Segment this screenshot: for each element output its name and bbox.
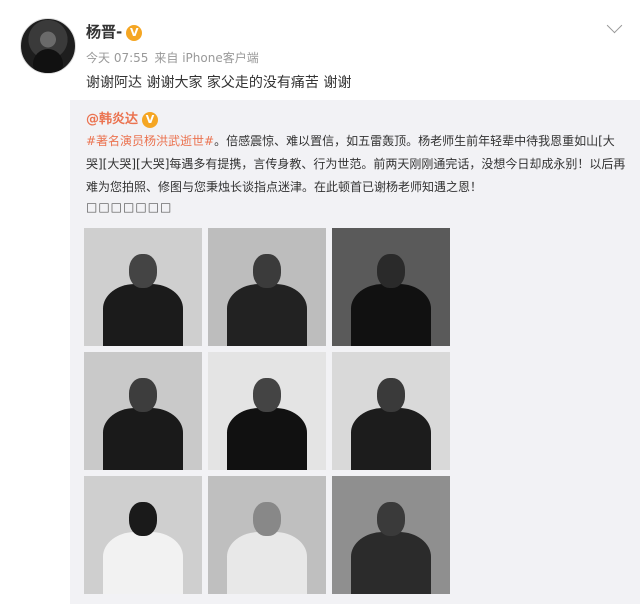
repost-text: #著名演员杨洪武逝世#。倍感震惊、难以置信，如五雷轰顶。杨老师生前年轻辈中待我恩…: [86, 130, 631, 199]
portrait-head: [377, 254, 405, 288]
photo-thumbnail[interactable]: [208, 228, 326, 346]
photo-thumbnail[interactable]: [332, 352, 450, 470]
username[interactable]: 杨晋- V: [86, 21, 143, 42]
portrait-head: [253, 378, 281, 412]
post-source[interactable]: 来自 iPhone客户端: [154, 51, 258, 65]
username-text[interactable]: 杨晋-: [86, 23, 122, 41]
verified-badge-icon: V: [142, 111, 159, 128]
portrait-head: [377, 502, 405, 536]
portrait-head: [129, 502, 157, 536]
portrait-figure: [351, 532, 431, 594]
avatar[interactable]: [20, 18, 76, 74]
portrait-figure: [103, 284, 183, 346]
portrait-figure: [351, 408, 431, 470]
photo-thumbnail[interactable]: [84, 476, 202, 594]
photo-thumbnail[interactable]: [84, 352, 202, 470]
repost-username-text[interactable]: @韩炎达: [86, 112, 138, 127]
chevron-down-icon[interactable]: [606, 17, 623, 34]
photo-thumbnail[interactable]: [208, 352, 326, 470]
photo-thumbnail[interactable]: [332, 476, 450, 594]
portrait-head: [129, 254, 157, 288]
portrait-head: [253, 254, 281, 288]
portrait-head: [253, 502, 281, 536]
hashtag-link[interactable]: #著名演员杨洪武逝世#: [86, 134, 214, 148]
post-text: 谢谢阿达 谢谢大家 家父走的没有痛苦 谢谢: [86, 75, 352, 91]
portrait-figure: [103, 408, 183, 470]
emoji-placeholders: □□□□□□□: [86, 200, 173, 214]
portrait-head: [129, 378, 157, 412]
photo-thumbnail[interactable]: [208, 476, 326, 594]
portrait-head: [377, 378, 405, 412]
portrait-figure: [227, 284, 307, 346]
portrait-figure: [227, 408, 307, 470]
portrait-figure: [227, 532, 307, 594]
repost-card[interactable]: @韩炎达 V #著名演员杨洪武逝世#。倍感震惊、难以置信，如五雷轰顶。杨老师生前年…: [70, 100, 640, 604]
verified-badge-icon: V: [126, 24, 143, 41]
portrait-figure: [103, 532, 183, 594]
post-header: 杨晋- V 今天 07:55 来自 iPhone客户端 谢谢阿达 谢谢大家 家父走的…: [0, 0, 640, 100]
post-time[interactable]: 今天 07:55: [86, 51, 148, 65]
photo-thumbnail[interactable]: [332, 228, 450, 346]
portrait-figure: [351, 284, 431, 346]
repost-username[interactable]: @韩炎达 V: [86, 108, 159, 128]
photo-thumbnail[interactable]: [84, 228, 202, 346]
post-meta: 今天 07:55 来自 iPhone客户端: [86, 49, 265, 66]
